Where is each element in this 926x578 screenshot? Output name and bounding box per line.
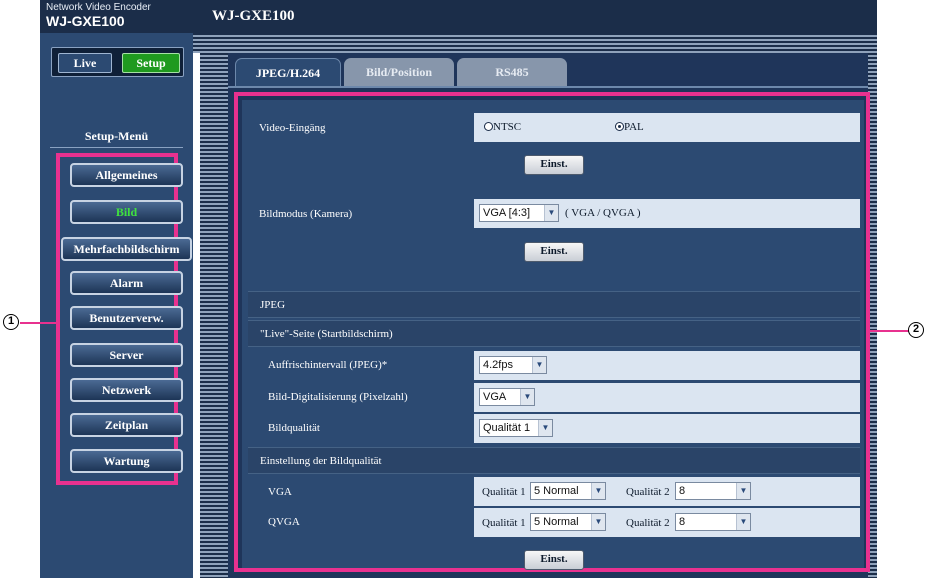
qvga-quality1-select-value: 5 Normal — [534, 516, 579, 528]
image-mode-label: Bildmodus (Kamera) — [259, 208, 353, 220]
brand-area: Network Video Encoder WJ-GXE100 — [40, 0, 193, 33]
sidebar-item-zeitplan[interactable]: Zeitplan — [70, 413, 183, 437]
sidebar-item-alarm[interactable]: Alarm — [70, 271, 183, 295]
radio-pal[interactable]: PAL — [615, 121, 644, 133]
image-quality-label: Bildqualität — [268, 422, 320, 434]
brand-subtitle: Network Video Encoder — [46, 2, 151, 13]
image-mode-select[interactable]: VGA [4:3] ▼ — [479, 204, 559, 222]
tab-bild-position[interactable]: Bild/Position — [344, 58, 454, 86]
callout-number-panel: 2 — [908, 322, 924, 338]
refresh-interval-select[interactable]: 4.2fps ▼ — [479, 356, 547, 374]
menu-highlight-frame: Allgemeines Bild Mehrfachbildschirm Alar… — [56, 153, 192, 485]
radio-pal-label: PAL — [624, 121, 644, 133]
tab-rs485[interactable]: RS485 — [457, 58, 567, 86]
jpeg-set-button[interactable]: Einst. — [524, 550, 584, 570]
image-mode-hint: ( VGA / QVGA ) — [565, 207, 641, 219]
sidebar-item-server[interactable]: Server — [70, 343, 183, 367]
menu-divider — [50, 147, 183, 148]
chevron-down-icon: ▼ — [538, 420, 552, 436]
video-input-label: Video-Eingäng — [259, 122, 326, 134]
vga-quality1-select[interactable]: 5 Normal ▼ — [530, 482, 606, 500]
quality-row-vga: Qualität 1 5 Normal ▼ Qualität 2 8 ▼ — [474, 477, 860, 506]
digitization-label: Bild-Digitalisierung (Pixelzahl) — [268, 391, 408, 403]
decorative-stripes-top — [193, 33, 877, 53]
sidebar-item-allgemeines[interactable]: Allgemeines — [70, 163, 183, 187]
refresh-interval-label: Auffrischintervall (JPEG)* — [268, 359, 388, 371]
image-mode-value-cell: VGA [4:3] ▼ ( VGA / QVGA ) — [474, 199, 860, 228]
chevron-down-icon: ▼ — [532, 357, 546, 373]
mode-switch: Live Setup — [51, 47, 184, 77]
chevron-down-icon: ▼ — [591, 514, 605, 530]
refresh-interval-select-value: 4.2fps — [483, 359, 513, 371]
refresh-interval-value-cell: 4.2fps ▼ — [474, 351, 860, 380]
tab-jpeg-h264[interactable]: JPEG/H.264 — [235, 58, 341, 86]
quality-settings-section-header: Einstellung der Bildqualität — [248, 447, 860, 474]
page-title: WJ-GXE100 — [212, 8, 295, 24]
callout-line-panel — [870, 330, 910, 332]
vga-quality2-select-value: 8 — [679, 485, 686, 497]
digitization-select-value: VGA — [483, 391, 507, 403]
setup-menu-title: Setup-Menü — [84, 129, 149, 143]
live-button[interactable]: Live — [58, 53, 112, 73]
radio-pal-icon — [615, 122, 624, 131]
image-quality-select[interactable]: Qualität 1 ▼ — [479, 419, 553, 437]
quality-settings-section-title: Einstellung der Bildqualität — [260, 455, 382, 467]
sidebar: Live Setup Setup-Menü Allgemeines Bild M… — [40, 33, 193, 578]
video-input-set-button[interactable]: Einst. — [524, 155, 584, 175]
image-quality-value-cell: Qualität 1 ▼ — [474, 414, 860, 443]
title-bar: WJ-GXE100 — [193, 0, 877, 33]
vga-quality2-select[interactable]: 8 ▼ — [675, 482, 751, 500]
radio-ntsc-label: NTSC — [493, 121, 522, 133]
radio-ntsc[interactable]: NTSC — [484, 121, 521, 133]
image-mode-set-button[interactable]: Einst. — [524, 242, 584, 262]
quality-row-label-vga: VGA — [268, 486, 292, 498]
quality-row-label-qvga: QVGA — [268, 516, 300, 528]
sidebar-item-mehrfachbildschirm[interactable]: Mehrfachbildschirm — [61, 237, 192, 261]
qvga-quality2-select-value: 8 — [679, 516, 686, 528]
tab-underline — [228, 86, 868, 88]
jpeg-section-title: JPEG — [260, 299, 286, 311]
qvga-quality2-label: Qualität 2 — [626, 517, 670, 529]
radio-ntsc-icon — [484, 122, 493, 131]
digitization-select[interactable]: VGA ▼ — [479, 388, 535, 406]
qvga-quality1-select[interactable]: 5 Normal ▼ — [530, 513, 606, 531]
chevron-down-icon: ▼ — [736, 514, 750, 530]
chevron-down-icon: ▼ — [520, 389, 534, 405]
sidebar-item-benutzerverw[interactable]: Benutzerverw. — [70, 306, 183, 330]
vga-quality1-label: Qualität 1 — [482, 486, 526, 498]
vga-quality1-select-value: 5 Normal — [534, 485, 579, 497]
setup-button[interactable]: Setup — [122, 53, 180, 73]
image-quality-select-value: Qualität 1 — [483, 422, 531, 434]
callout-number-menu: 1 — [3, 314, 19, 330]
sidebar-item-bild[interactable]: Bild — [70, 200, 183, 224]
video-input-value-cell: NTSC PAL — [474, 113, 860, 142]
qvga-quality1-label: Qualität 1 — [482, 517, 526, 529]
qvga-quality2-select[interactable]: 8 ▼ — [675, 513, 751, 531]
chevron-down-icon: ▼ — [544, 205, 558, 221]
brand-model: WJ-GXE100 — [46, 13, 125, 29]
callout-line-menu — [20, 322, 56, 324]
jpeg-section-header: JPEG — [248, 291, 860, 318]
image-mode-select-value: VGA [4:3] — [483, 207, 531, 219]
vga-quality2-label: Qualität 2 — [626, 486, 670, 498]
sidebar-item-wartung[interactable]: Wartung — [70, 449, 183, 473]
sidebar-item-netzwerk[interactable]: Netzwerk — [70, 378, 183, 402]
live-page-section-title: "Live"-Seite (Startbildschirm) — [260, 328, 393, 340]
digitization-value-cell: VGA ▼ — [474, 383, 860, 412]
quality-row-qvga: Qualität 1 5 Normal ▼ Qualität 2 8 ▼ — [474, 508, 860, 537]
chevron-down-icon: ▼ — [591, 483, 605, 499]
live-page-section-header: "Live"-Seite (Startbildschirm) — [248, 320, 860, 347]
decorative-stripes-left — [200, 33, 228, 578]
chevron-down-icon: ▼ — [736, 483, 750, 499]
